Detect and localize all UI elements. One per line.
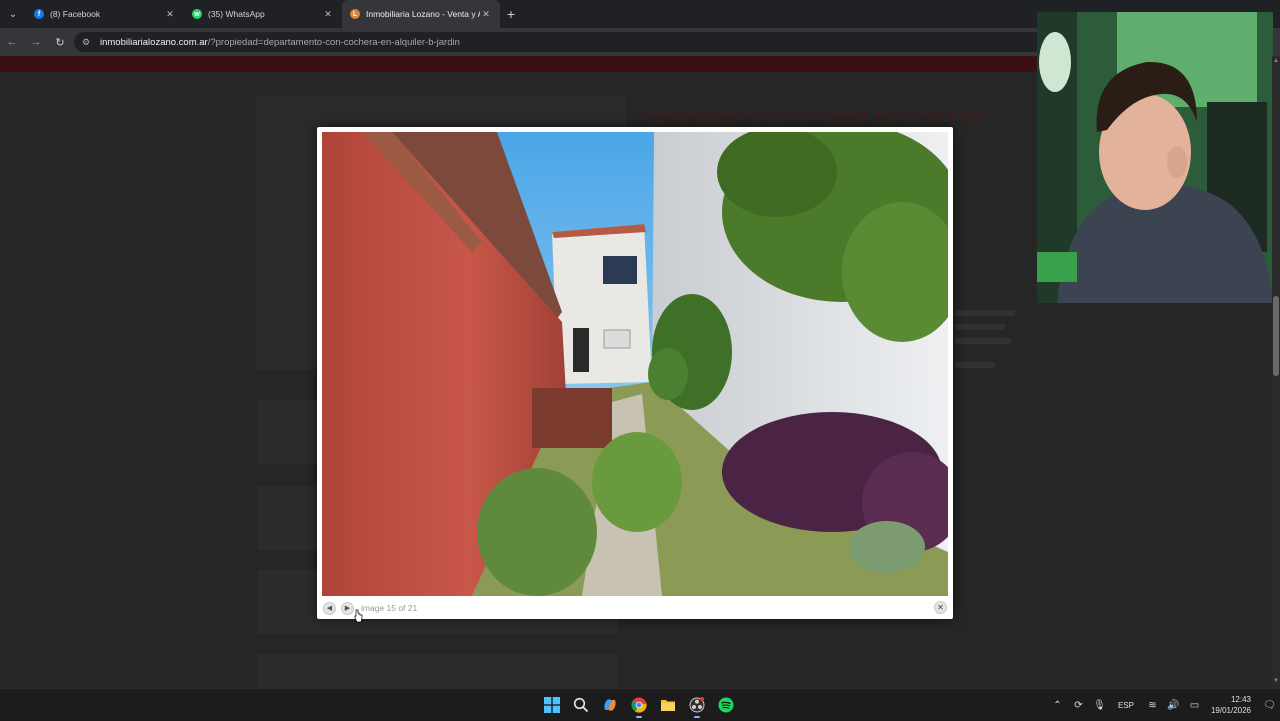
sync-icon[interactable]: ⟳ xyxy=(1068,700,1089,711)
copilot-icon[interactable] xyxy=(598,693,622,717)
tab-facebook[interactable]: f (8) Facebook ✕ xyxy=(26,0,184,28)
clock[interactable]: 12:43 19/01/2026 xyxy=(1211,694,1251,716)
thumbnail-dim xyxy=(258,400,318,464)
battery-icon[interactable]: ▭ xyxy=(1184,700,1205,711)
obs-icon[interactable] xyxy=(685,693,709,718)
system-tray: ⌃ ⟳ 🎙 ESP ≋ 🔊 ▭ 12:43 19/01/2026 🗨 xyxy=(1047,689,1280,721)
taskbar: ⌃ ⟳ 🎙 ESP ≋ 🔊 ▭ 12:43 19/01/2026 🗨 xyxy=(0,688,1280,720)
clock-time: 12:43 xyxy=(1230,695,1251,704)
windows-start-icon[interactable] xyxy=(540,693,564,717)
tab-label: (35) WhatsApp xyxy=(208,9,265,19)
property-title-dim: DEPARTAMENTO CON COCHERA EN ALQUILER B° xyxy=(645,108,988,124)
scroll-thumb[interactable] xyxy=(1273,296,1279,376)
close-icon[interactable]: ✕ xyxy=(934,601,947,614)
chrome-icon[interactable] xyxy=(627,693,651,718)
url-path: /?propiedad=departamento-con-cochera-en-… xyxy=(207,36,460,48)
wifi-icon[interactable]: ≋ xyxy=(1142,700,1163,711)
show-hidden-icons-chevron-icon[interactable]: ⌃ xyxy=(1047,700,1068,711)
tab-whatsapp[interactable]: w (35) WhatsApp ✕ xyxy=(184,0,342,28)
notifications-icon[interactable]: 🗨 xyxy=(1259,700,1280,711)
whatsapp-icon: w xyxy=(192,9,202,19)
tab-inmobiliaria-lozano[interactable]: L Inmobiliaria Lozano - Venta y A ✕ xyxy=(342,0,500,28)
webcam-overlay xyxy=(1037,12,1273,303)
forward-arrow-icon[interactable]: → xyxy=(24,28,48,56)
facebook-icon: f xyxy=(34,9,44,19)
back-arrow-icon[interactable]: ← xyxy=(0,28,24,56)
scroll-up-arrow-icon[interactable]: ▲ xyxy=(1272,58,1280,68)
tab-label: Inmobiliaria Lozano - Venta y A xyxy=(366,9,480,19)
mouse-pointer-icon xyxy=(354,609,363,623)
tab-close-icon[interactable]: ✕ xyxy=(480,9,492,20)
url-host: inmobiliarialozano.com.ar xyxy=(100,36,208,48)
arrow-left-icon[interactable]: ◀ xyxy=(323,601,336,615)
courtyard-photo-image xyxy=(322,132,948,596)
taskbar-apps xyxy=(540,693,738,718)
description-line-dim xyxy=(955,362,995,368)
site-favicon-icon: L xyxy=(350,9,360,19)
description-line-dim xyxy=(955,324,1005,330)
new-tab-plus-icon[interactable]: + xyxy=(500,6,522,22)
thumbnail-dim xyxy=(258,654,618,688)
volume-icon[interactable]: 🔊 xyxy=(1163,700,1184,711)
description-line-dim xyxy=(955,338,1011,344)
thumbnail-dim xyxy=(258,486,318,550)
lightbox-footer: ◀ ▶ image 15 of 21 ✕ xyxy=(317,597,953,619)
tab-close-icon[interactable]: ✕ xyxy=(164,9,176,20)
tab-label: (8) Facebook xyxy=(50,9,101,19)
file-explorer-icon[interactable] xyxy=(656,693,680,717)
clock-date: 19/01/2026 xyxy=(1210,706,1251,715)
microphone-icon[interactable]: 🎙 xyxy=(1089,700,1110,711)
tab-search-chevron-icon[interactable]: ⌄ xyxy=(0,0,26,28)
input-language[interactable]: ESP xyxy=(1118,701,1134,710)
description-line-dim xyxy=(955,310,1015,316)
page-scrollbar[interactable]: ▲ ▼ xyxy=(1272,56,1280,688)
spotify-icon[interactable] xyxy=(714,693,738,717)
search-icon[interactable] xyxy=(569,693,593,717)
reload-icon[interactable]: ↻ xyxy=(48,28,72,56)
scroll-down-arrow-icon[interactable]: ▼ xyxy=(1272,678,1280,688)
image-counter: image 15 of 21 xyxy=(361,603,418,613)
tab-close-icon[interactable]: ✕ xyxy=(322,9,334,20)
webcam-feed-image xyxy=(1037,12,1273,303)
site-info-icon[interactable]: ⚙ xyxy=(82,37,96,48)
property-photo-courtyard xyxy=(322,132,948,596)
image-lightbox: ◀ ▶ image 15 of 21 ✕ xyxy=(317,127,953,619)
